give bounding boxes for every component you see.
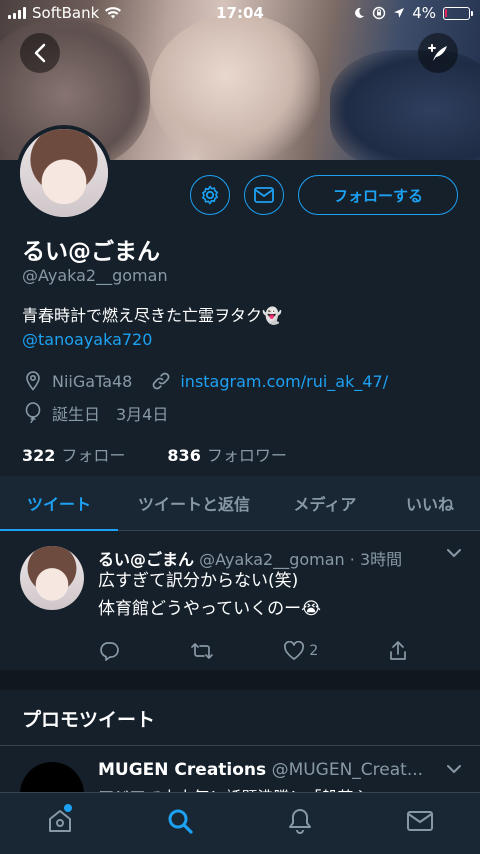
battery-percent: 4%	[412, 4, 436, 22]
profile-display-name: るい@ごまん	[22, 239, 160, 265]
nav-messages[interactable]	[390, 796, 450, 846]
promo-header: MUGEN Creations @MUGEN_Creat...	[98, 760, 428, 780]
profile-tabs: ツイート ツイートと返信 メディア いいね	[0, 476, 480, 531]
like-button[interactable]: 2	[283, 640, 318, 662]
profile-avatar[interactable]	[16, 125, 112, 221]
tab-likes[interactable]: いいね	[380, 476, 480, 530]
followers-count-link[interactable]: 836 フォロワー	[167, 442, 286, 466]
tweet-author-name: るい@ごまん	[98, 550, 195, 569]
link-icon	[150, 370, 172, 392]
follow-button[interactable]: フォローする	[298, 175, 458, 215]
balloon-icon	[22, 402, 44, 424]
heart-icon	[284, 641, 305, 660]
share-button[interactable]	[388, 640, 408, 662]
profile-bio: 青春時計で燃え尽きた亡霊ヲタク👻	[22, 306, 282, 325]
gear-icon	[202, 185, 218, 205]
reply-icon	[100, 642, 119, 661]
retweet-icon	[190, 643, 213, 659]
search-icon	[168, 809, 193, 834]
follow-counts: 322 フォロー 836 フォロワー	[22, 442, 287, 466]
profile-handle: @Ayaka2__goman	[22, 266, 168, 285]
tweet-text-line-1: 広すぎて訳分からない(笑)	[98, 571, 299, 591]
envelope-icon	[407, 810, 433, 831]
location-arrow-icon	[394, 8, 405, 18]
tweet-actions: 2	[98, 640, 408, 662]
envelope-icon	[254, 187, 274, 203]
promo-handle: @MUGEN_Creat...	[271, 760, 424, 780]
profile-website-link[interactable]: instagram.com/rui_ak_47/	[180, 372, 388, 391]
settings-button[interactable]	[190, 175, 230, 215]
location-pin-icon	[22, 370, 44, 392]
profile-meta-birthday: 誕生日 3月4日	[22, 401, 168, 425]
bio-mention-link[interactable]: @tanoayaka720	[22, 330, 152, 349]
like-count: 2	[309, 643, 319, 659]
chevron-down-icon[interactable]	[446, 764, 462, 774]
nav-search[interactable]	[150, 796, 210, 846]
tweet-avatar[interactable]	[20, 546, 84, 610]
compose-feather-icon	[428, 44, 447, 61]
nav-notifications[interactable]	[270, 796, 330, 846]
tweet-text-line-2: 体育館どうやっていくのー😭	[98, 599, 322, 619]
nav-home[interactable]	[30, 796, 90, 846]
retweet-button[interactable]	[190, 640, 214, 662]
compose-tweet-button[interactable]	[418, 33, 458, 73]
tab-tweets[interactable]: ツイート	[0, 476, 118, 531]
notification-dot	[64, 803, 72, 812]
message-button[interactable]	[244, 175, 284, 215]
reply-button[interactable]	[98, 640, 120, 662]
promo-author-name: MUGEN Creations	[98, 760, 267, 780]
moon-icon	[355, 7, 365, 18]
bottom-navigation	[0, 792, 480, 854]
orientation-lock-icon	[373, 6, 386, 20]
profile-location: NiiGaTa48	[52, 371, 133, 391]
share-icon	[390, 641, 406, 660]
divider	[0, 745, 480, 746]
back-button[interactable]	[20, 33, 60, 73]
tweet-item[interactable]: るい@ごまん @Ayaka2__goman · 3時間 広すぎて訳分からない(笑…	[0, 532, 480, 670]
profile-meta-location-website: NiiGaTa48 instagram.com/rui_ak_47/	[22, 370, 388, 392]
tab-tweets-replies[interactable]: ツイートと返信	[118, 476, 270, 530]
tab-media[interactable]: メディア	[270, 476, 380, 530]
tweet-header: るい@ごまん @Ayaka2__goman · 3時間	[98, 546, 448, 570]
bell-icon	[289, 808, 311, 834]
promoted-tweets-title: プロモツイート	[22, 709, 156, 731]
chevron-left-icon	[34, 43, 46, 63]
section-separator	[0, 670, 480, 690]
battery-icon	[443, 6, 473, 20]
profile-birthday: 誕生日 3月4日	[52, 405, 169, 424]
status-bar: SoftBank 17:04 4%	[0, 0, 480, 28]
tweet-handle-time: @Ayaka2__goman · 3時間	[199, 550, 403, 569]
chevron-down-icon[interactable]	[446, 548, 462, 558]
following-count-link[interactable]: 322 フォロー	[22, 442, 125, 466]
